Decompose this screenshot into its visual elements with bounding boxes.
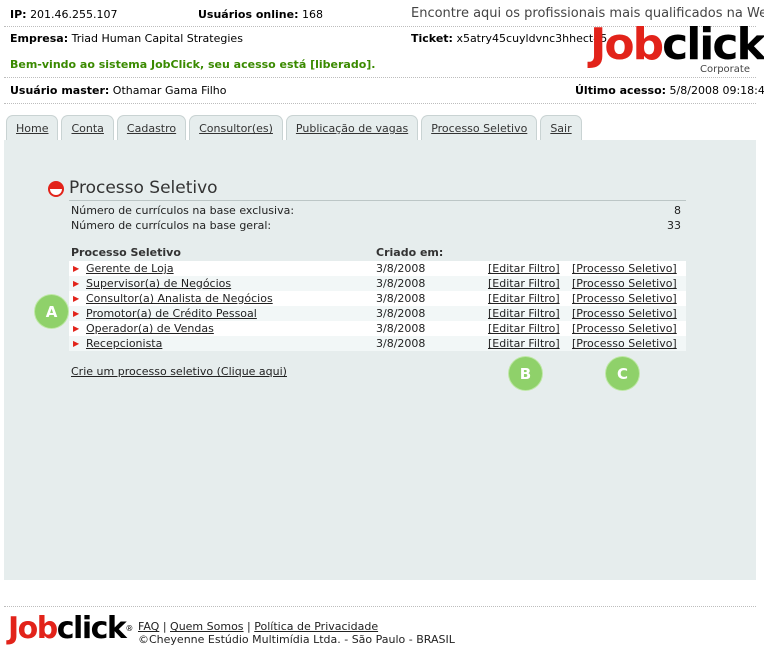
tab-conta[interactable]: Conta [61,115,114,141]
column-header-created: Criado em: [376,246,444,259]
annotation-badge-b: B [509,357,542,390]
create-process-link[interactable]: Crie um processo seletivo (Clique aqui) [71,365,287,378]
stat-exclusive-label: Número de currículos na base exclusiva: [71,204,295,217]
table-row: ▶ Consultor(a) Analista de Negócios 3/8/… [69,291,686,306]
ip-value: 201.46.255.107 [30,8,118,21]
divider [4,606,756,607]
edit-filter-link[interactable]: [Editar Filtro] [488,277,560,290]
users-online-label: Usuários online: [198,8,299,21]
logo-subtitle: Corporate [700,64,750,75]
process-name-link[interactable]: Recepcionista [86,337,162,350]
footer-links: FAQ | Quem Somos | Política de Privacida… [138,620,378,633]
created-date: 3/8/2008 [376,307,426,320]
tab-publicacao-vagas[interactable]: Publicação de vagas [285,115,419,141]
process-selective-link[interactable]: [Processo Seletivo] [572,307,677,320]
stat-exclusive-value: 8 [674,204,681,217]
company-info: Empresa: Triad Human Capital Strategies [10,32,243,45]
users-online-value: 168 [301,8,323,21]
tab-cadastro[interactable]: Cadastro [116,115,187,141]
logo-job: Job [8,611,58,646]
process-name-link[interactable]: Gerente de Loja [86,262,174,275]
bullet-icon: ▶ [73,324,80,333]
ticket-label: Ticket: [411,32,453,45]
table-row: ▶ Operador(a) de Vendas 3/8/2008 [Editar… [69,321,686,336]
company-label: Empresa: [10,32,69,45]
ticket-info: Ticket: x5atry45cuyldvnc3hhect45 [411,32,607,45]
edit-filter-link[interactable]: [Editar Filtro] [488,292,560,305]
logo-click: click [662,19,764,70]
tab-sair[interactable]: Sair [540,115,582,141]
stat-general-label: Número de currículos na base geral: [71,219,272,232]
divider [4,103,756,104]
created-date: 3/8/2008 [376,277,426,290]
faq-link[interactable]: FAQ [138,620,159,633]
edit-filter-link[interactable]: [Editar Filtro] [488,307,560,320]
process-selective-link[interactable]: [Processo Seletivo] [572,277,677,290]
created-date: 3/8/2008 [376,262,426,275]
jobclick-logo: Jobclick® [590,22,764,68]
footer-separator: | [162,620,167,633]
annotation-badge-a: A [35,295,68,328]
created-date: 3/8/2008 [376,292,426,305]
bullet-icon: ▶ [73,309,80,318]
process-name-link[interactable]: Supervisor(a) de Negócios [86,277,231,290]
last-access-value: 5/8/2008 09:18:42 [669,84,764,97]
process-selective-link[interactable]: [Processo Seletivo] [572,322,677,335]
page-title: Processo Seletivo [69,178,218,198]
master-value: Othamar Gama Filho [112,84,227,97]
logo-job: Job [590,19,664,70]
edit-filter-link[interactable]: [Editar Filtro] [488,262,560,275]
welcome-message: Bem-vindo ao sistema JobClick, seu acess… [10,58,376,71]
process-selective-link[interactable]: [Processo Seletivo] [572,262,677,275]
created-date: 3/8/2008 [376,322,426,335]
bullet-icon: ▶ [73,294,80,303]
table-row: ▶ Supervisor(a) de Negócios 3/8/2008 [Ed… [69,276,686,291]
edit-filter-link[interactable]: [Editar Filtro] [488,322,560,335]
footer-separator: | [247,620,251,633]
ip-info: IP: 201.46.255.107 [10,8,118,21]
stat-general-value: 33 [667,219,681,232]
title-underline [69,200,686,201]
table-row: ▶ Recepcionista 3/8/2008 [Editar Filtro]… [69,336,686,351]
process-name-link[interactable]: Consultor(a) Analista de Negócios [86,292,273,305]
bullet-icon: ▶ [73,339,80,348]
ticket-value: x5atry45cuyldvnc3hhect45 [456,32,608,45]
master-user: Usuário master: Othamar Gama Filho [10,84,227,97]
tab-consultores[interactable]: Consultor(es) [189,115,283,141]
column-header-process: Processo Seletivo [71,246,181,259]
main-nav-tabs: Home Conta Cadastro Consultor(es) Public… [6,115,582,141]
about-link[interactable]: Quem Somos [170,620,244,633]
last-access-label: Último acesso: [575,84,667,97]
divider [4,77,756,78]
process-selective-link[interactable]: [Processo Seletivo] [572,337,677,350]
logo-click: click [56,611,127,646]
users-online: Usuários online: 168 [198,8,323,21]
edit-filter-link[interactable]: [Editar Filtro] [488,337,560,350]
table-row: ▶ Gerente de Loja 3/8/2008 [Editar Filtr… [69,261,686,276]
bullet-icon: ▶ [73,264,80,273]
copyright: ©Cheyenne Estúdio Multimídia Ltda. - São… [138,633,455,646]
process-name-link[interactable]: Operador(a) de Vendas [86,322,214,335]
jobclick-mark-icon [48,181,64,197]
process-selective-link[interactable]: [Processo Seletivo] [572,292,677,305]
process-name-link[interactable]: Promotor(a) de Crédito Pessoal [86,307,257,320]
company-value: Triad Human Capital Strategies [71,32,243,45]
created-date: 3/8/2008 [376,337,426,350]
ip-label: IP: [10,8,27,21]
table-row: ▶ Promotor(a) de Crédito Pessoal 3/8/200… [69,306,686,321]
last-access: Último acesso: 5/8/2008 09:18:42 [575,84,764,97]
tab-processo-seletivo[interactable]: Processo Seletivo [421,115,538,141]
bullet-icon: ▶ [73,279,80,288]
footer-jobclick-logo: Jobclick® [8,613,133,645]
tab-home[interactable]: Home [6,115,59,141]
master-label: Usuário master: [10,84,110,97]
logo-reg: ® [125,624,134,633]
annotation-badge-c: C [606,357,639,390]
privacy-link[interactable]: Política de Privacidade [254,620,378,633]
